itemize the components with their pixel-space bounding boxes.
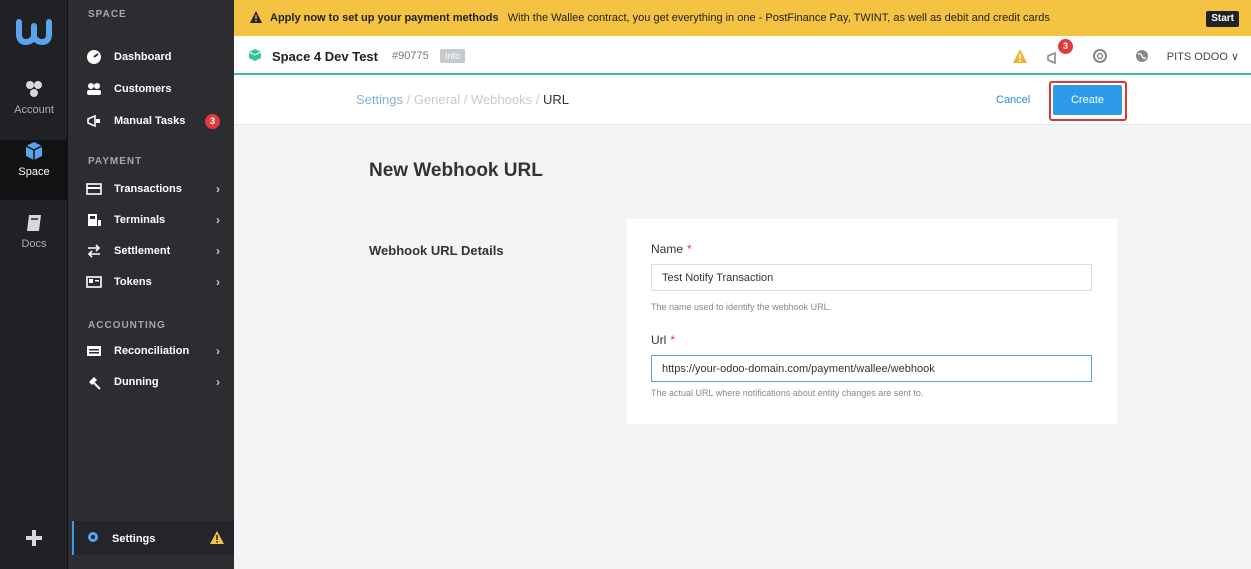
chevron-right-icon: › [216, 275, 220, 289]
globe-icon[interactable] [1134, 48, 1150, 64]
exchange-icon [87, 244, 101, 258]
name-help-text: The name used to identify the webhook UR… [651, 302, 832, 312]
breadcrumb-webhooks[interactable]: Webhooks [471, 92, 532, 107]
chevron-right-icon: › [216, 244, 220, 258]
cancel-button[interactable]: Cancel [996, 94, 1030, 106]
url-label-text: Url [651, 333, 667, 347]
sidebar-item-label: Settings [112, 533, 156, 545]
create-button[interactable]: Create [1053, 85, 1122, 115]
rail-item-label: Docs [21, 238, 47, 250]
sidebar-item-tokens[interactable]: Tokens › [68, 268, 234, 296]
required-marker: * [670, 333, 675, 347]
action-bar: Settings / General / Webhooks / URL Canc… [234, 75, 1251, 125]
sidebar-item-label: Tokens [114, 276, 152, 288]
banner-bold-text: Apply now to set up your payment methods [270, 12, 499, 24]
megaphone-icon[interactable] [1046, 50, 1062, 66]
sidebar-item-settlement[interactable]: Settlement › [68, 237, 234, 265]
banner-text: With the Wallee contract, you get everyt… [507, 12, 1050, 24]
sidebar-item-settings[interactable]: Settings [72, 521, 234, 555]
sidebar-item-label: Manual Tasks [114, 115, 186, 127]
webhook-form-card: Name* The name used to identify the webh… [627, 219, 1117, 424]
sidebar-section-payment: PAYMENT [88, 156, 143, 167]
wallee-logo[interactable] [16, 18, 52, 46]
book-icon [27, 215, 41, 231]
rail-item-space[interactable]: Space [0, 140, 68, 200]
chevron-right-icon: › [216, 375, 220, 389]
sidebar-item-label: Dashboard [114, 51, 172, 63]
sidebar-item-dunning[interactable]: Dunning › [68, 368, 234, 396]
sidebar-section-accounting: ACCOUNTING [88, 320, 166, 331]
dashboard-icon [87, 50, 101, 64]
warning-icon [210, 531, 224, 544]
url-help-text: The actual URL where notifications about… [651, 388, 924, 398]
sidebar-item-transactions[interactable]: Transactions › [68, 175, 234, 203]
breadcrumb-current: URL [542, 92, 569, 107]
breadcrumb-separator: / [460, 92, 471, 107]
user-menu[interactable]: PITS ODOO ∨ [1167, 50, 1239, 63]
sidebar-item-label: Dunning [114, 376, 159, 388]
rail-item-label: Account [14, 104, 54, 116]
sidebar-item-manual-tasks[interactable]: Manual Tasks 3 [68, 107, 234, 135]
rail-item-label: Space [18, 166, 50, 178]
space-id: #90775 [392, 50, 429, 62]
warning-icon[interactable] [1012, 48, 1028, 64]
name-field-label: Name * [651, 242, 692, 256]
credit-card-icon [86, 183, 102, 195]
space-header: Space 4 Dev Test #90775 Info 3 PITS ODOO… [234, 36, 1251, 75]
cube-icon [25, 142, 43, 160]
sidebar-item-terminals[interactable]: Terminals › [68, 206, 234, 234]
space-name[interactable]: Space 4 Dev Test [272, 49, 378, 64]
required-marker: * [687, 242, 692, 256]
notification-badge: 3 [1058, 39, 1073, 54]
gavel-icon [89, 377, 101, 390]
gear-icon [88, 532, 98, 542]
warning-icon [250, 11, 262, 23]
chevron-right-icon: › [216, 344, 220, 358]
sidebar-item-dashboard[interactable]: Dashboard [68, 43, 234, 71]
chevron-right-icon: › [216, 213, 220, 227]
chevron-right-icon: › [216, 182, 220, 196]
name-label-text: Name [651, 242, 684, 256]
sidebar-item-label: Customers [114, 83, 172, 95]
manual-tasks-badge: 3 [205, 114, 220, 129]
name-input[interactable] [651, 264, 1092, 291]
account-icon [26, 81, 42, 97]
rail-item-docs[interactable]: Docs [0, 212, 68, 272]
section-title: Webhook URL Details [369, 243, 504, 258]
url-field-label: Url * [651, 333, 675, 347]
cube-icon [248, 49, 262, 61]
sidebar-item-label: Transactions [114, 183, 182, 195]
breadcrumb: Settings / General / Webhooks / URL [356, 92, 569, 107]
info-tag[interactable]: Info [440, 49, 466, 63]
lifebuoy-icon[interactable] [1092, 48, 1108, 64]
banner-message: Apply now to set up your payment methods… [270, 12, 1050, 24]
breadcrumb-settings[interactable]: Settings [356, 92, 403, 107]
breadcrumb-separator: / [402, 92, 414, 107]
page-title: New Webhook URL [369, 160, 543, 181]
sidebar: SPACE Dashboard Customers Manual Tasks 3… [68, 0, 234, 569]
sidebar-item-label: Settlement [114, 245, 171, 257]
sidebar-item-label: Reconciliation [114, 345, 190, 357]
plus-icon[interactable] [24, 528, 44, 548]
megaphone-icon [87, 114, 100, 128]
payment-banner: Apply now to set up your payment methods… [234, 0, 1251, 36]
sidebar-item-customers[interactable]: Customers [68, 75, 234, 103]
terminal-icon [88, 214, 101, 226]
app-rail: Account Space Docs [0, 0, 68, 569]
url-input[interactable] [651, 355, 1092, 382]
sidebar-item-reconciliation[interactable]: Reconciliation › [68, 337, 234, 365]
ledger-icon [87, 346, 101, 356]
users-icon [87, 83, 101, 95]
breadcrumb-general[interactable]: General [414, 92, 460, 107]
app: Account Space Docs SPACE Dashboard Custo… [0, 0, 1251, 569]
sidebar-section-space: SPACE [88, 9, 127, 20]
id-card-icon [86, 276, 102, 288]
rail-item-account[interactable]: Account [0, 78, 68, 138]
sidebar-item-label: Terminals [114, 214, 166, 226]
breadcrumb-separator: / [532, 92, 543, 107]
start-button[interactable]: Start [1206, 11, 1239, 27]
